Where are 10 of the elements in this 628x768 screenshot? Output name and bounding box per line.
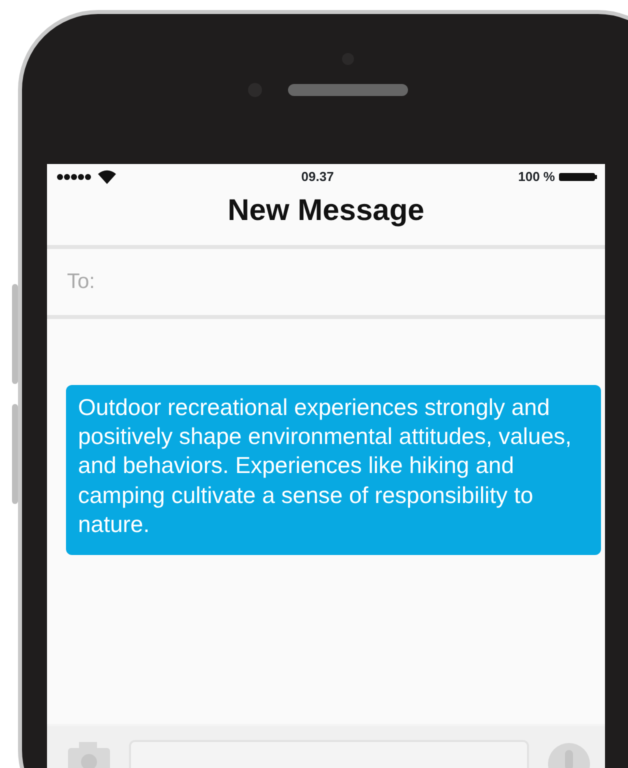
- camera-icon[interactable]: [67, 740, 111, 768]
- signal-icon: [57, 173, 93, 181]
- screen-title: New Message: [226, 193, 426, 229]
- wifi-icon: [97, 169, 117, 185]
- status-time: 09.37: [301, 168, 334, 186]
- message-bubble: Outdoor recreational experiences strongly and positively shape environmental attitudes, values, and behaviors. Experiences like hiking and camping cultivate a sense of responsibility to nature.: [66, 385, 601, 556]
- battery-icon: [558, 172, 597, 182]
- recipient-field[interactable]: To:: [47, 245, 605, 319]
- speaker-icon: [287, 83, 409, 97]
- battery-percent: 100 %: [518, 168, 555, 186]
